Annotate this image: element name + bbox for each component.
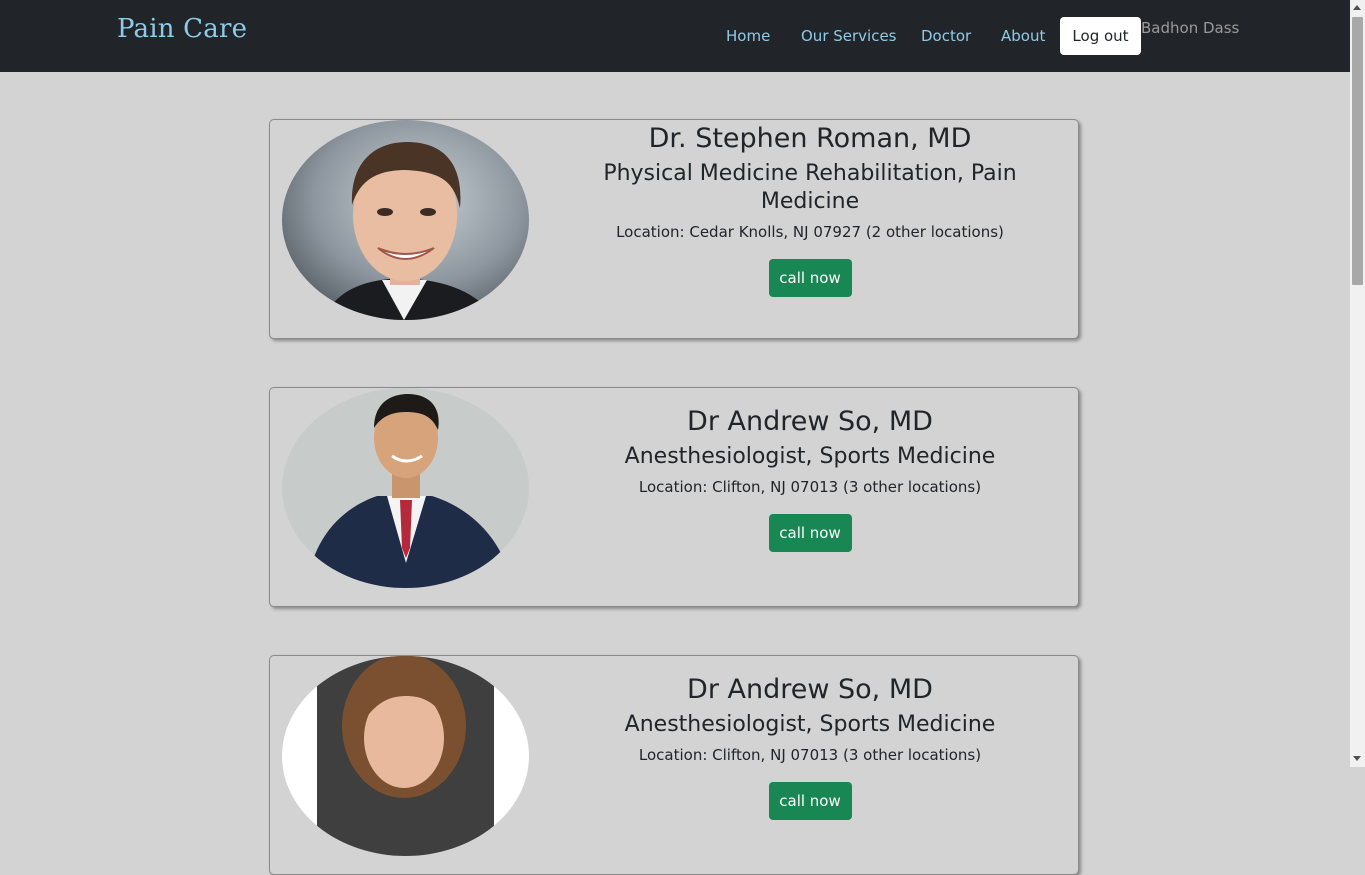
logout-button[interactable]: Log out	[1060, 17, 1141, 55]
doctor-name: Dr Andrew So, MD	[687, 406, 933, 437]
scroll-down-icon[interactable]	[1353, 756, 1361, 761]
doctor-specialty: Anesthesiologist, Sports Medicine	[624, 712, 996, 737]
scroll-up-icon[interactable]	[1353, 5, 1361, 10]
doctor-info: Dr. Stephen Roman, MD Physical Medicine …	[590, 122, 1030, 297]
nav-link-our-services[interactable]: Our Services	[801, 27, 897, 45]
doctor-info: Dr Andrew So, MD Anesthesiologist, Sport…	[590, 673, 1030, 820]
doctor-info: Dr Andrew So, MD Anesthesiologist, Sport…	[590, 405, 1030, 552]
doctor-location: Location: Clifton, NJ 07013 (3 other loc…	[638, 746, 982, 764]
doctor-location: Location: Clifton, NJ 07013 (3 other loc…	[638, 478, 982, 496]
call-now-button[interactable]: call now	[768, 514, 852, 552]
doctor-photo	[282, 120, 529, 320]
doctor-specialty: Anesthesiologist, Sports Medicine	[624, 444, 996, 469]
navbar: Pain Care Home Our Services Doctor About…	[0, 0, 1350, 72]
doctor-specialty: Physical Medicine Rehabilitation, Pain M…	[603, 161, 1017, 214]
call-now-button[interactable]: call now	[768, 259, 852, 297]
call-now-button[interactable]: call now	[768, 782, 852, 820]
nav-link-home[interactable]: Home	[726, 27, 770, 45]
doctor-photo	[282, 656, 529, 856]
doctor-card: Dr Andrew So, MD Anesthesiologist, Sport…	[269, 655, 1079, 875]
doctor-card: Dr Andrew So, MD Anesthesiologist, Sport…	[269, 387, 1079, 607]
doctor-photo	[282, 388, 529, 588]
vertical-scrollbar[interactable]	[1350, 0, 1365, 767]
scrollbar-thumb[interactable]	[1352, 17, 1363, 285]
doctor-name: Dr. Stephen Roman, MD	[648, 123, 972, 154]
doctor-location: Location: Cedar Knolls, NJ 07927 (2 othe…	[616, 223, 1004, 241]
doctor-name: Dr Andrew So, MD	[687, 674, 933, 705]
doctor-card: Dr. Stephen Roman, MD Physical Medicine …	[269, 119, 1079, 339]
nav-link-doctor[interactable]: Doctor	[921, 27, 971, 45]
brand-logo[interactable]: Pain Care	[117, 14, 247, 44]
nav-link-about[interactable]: About	[1001, 27, 1045, 45]
username-label: Badhon Dass	[1141, 19, 1240, 37]
